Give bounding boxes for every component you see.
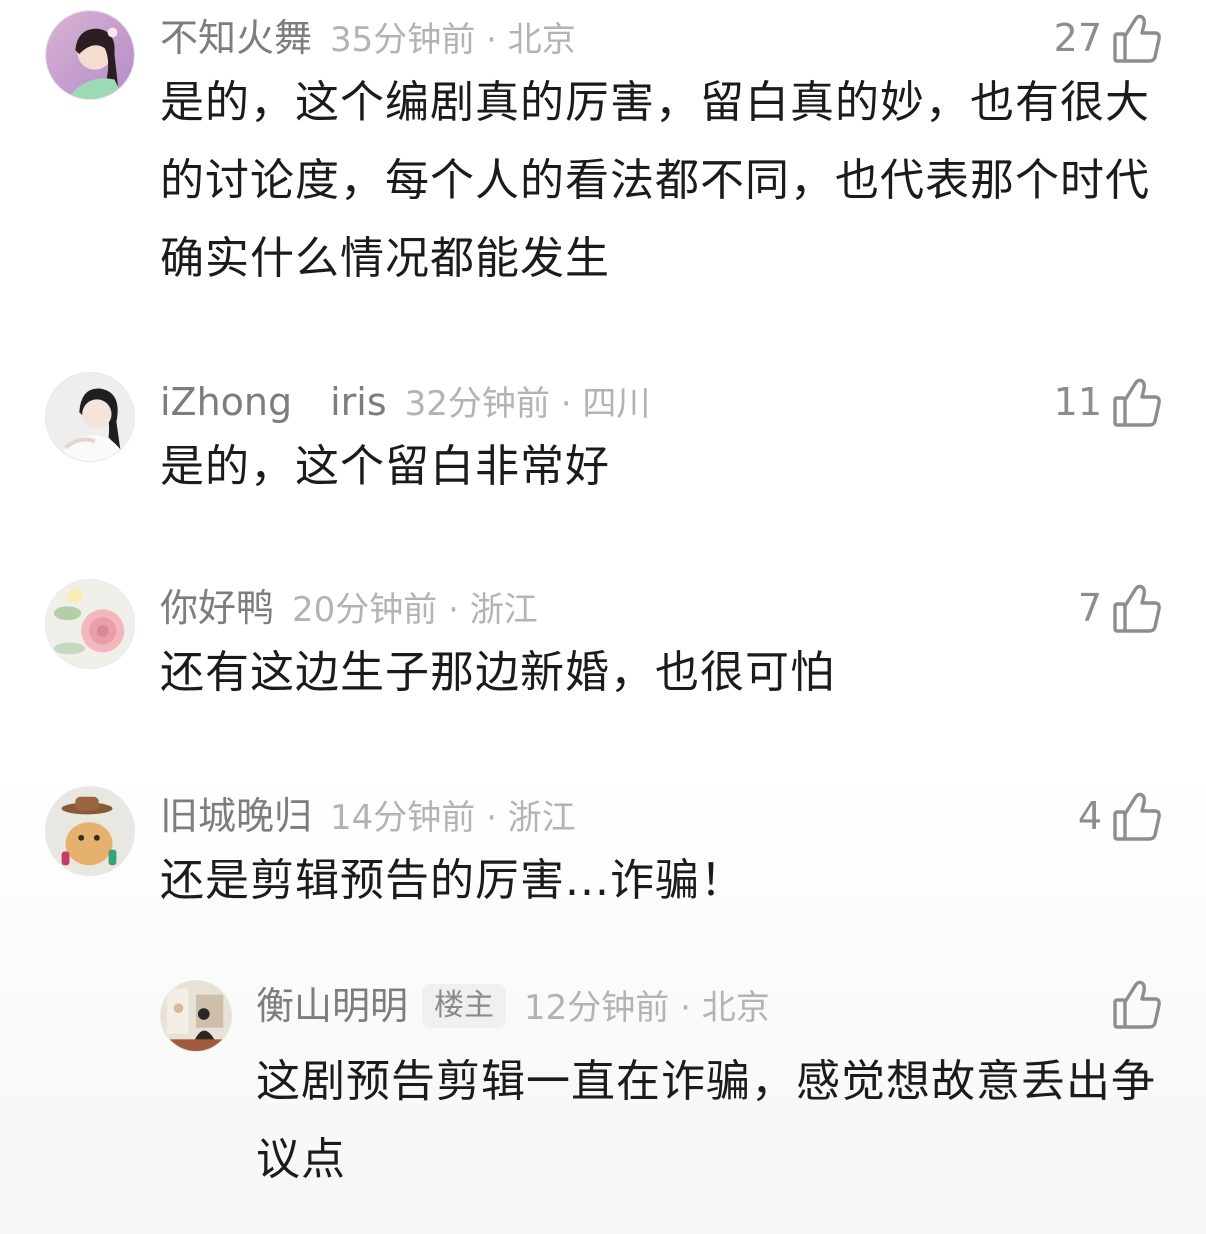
like-count: 27 <box>1053 16 1102 60</box>
like-button[interactable]: 7 <box>1078 580 1162 636</box>
thumbs-up-icon <box>1112 790 1162 842</box>
like-count: 7 <box>1077 586 1102 630</box>
thumbs-up-icon <box>1112 582 1162 634</box>
avatar[interactable] <box>160 980 232 1052</box>
avatar[interactable] <box>45 579 135 669</box>
username[interactable]: 旧城晚归 <box>160 794 312 838</box>
like-button[interactable]: 4 <box>1078 788 1162 844</box>
time-location: 32分钟前 · 四川 <box>404 384 651 424</box>
time-location: 35分钟前 · 北京 <box>330 20 576 60</box>
comment-meta: 旧城晚归 14分钟前 · 浙江 <box>160 792 576 842</box>
like-count: 4 <box>1077 794 1102 838</box>
username[interactable]: 你好鸭 <box>160 586 274 630</box>
time-location: 20分钟前 · 浙江 <box>292 590 538 630</box>
like-button[interactable]: 27 <box>1054 10 1162 66</box>
time-location: 14分钟前 · 浙江 <box>330 798 576 838</box>
comment-text: 还是剪辑预告的厉害...诈骗！ <box>160 855 745 906</box>
like-button[interactable]: 11 <box>1054 374 1162 430</box>
username[interactable]: 不知火舞 <box>160 16 312 60</box>
avatar[interactable] <box>45 786 135 876</box>
username[interactable]: iZhong iris <box>160 380 387 424</box>
thumbs-up-icon <box>1112 12 1162 64</box>
avatar[interactable] <box>45 10 135 100</box>
like-count: 11 <box>1053 380 1102 424</box>
comment-meta: 不知火舞 35分钟前 · 北京 <box>160 14 576 64</box>
comment-text: 还有这边生子那边新婚，也很可怕 <box>160 647 835 698</box>
username[interactable]: 衡山明明 <box>256 984 408 1028</box>
reply-text: 这剧预告剪辑一直在诈骗，感觉想故意丢出争议点 <box>256 1056 1156 1185</box>
comment-meta: iZhong iris 32分钟前 · 四川 <box>160 378 650 428</box>
comment-text: 是的，这个留白非常好 <box>160 441 610 492</box>
comment-text: 是的，这个编剧真的厉害，留白真的妙，也有很大的讨论度，每个人的看法都不同，也代表… <box>160 77 1150 284</box>
time-location: 12分钟前 · 北京 <box>524 988 770 1028</box>
thumbs-up-icon <box>1112 376 1162 428</box>
author-badge: 楼主 <box>422 984 507 1028</box>
thumbs-up-icon <box>1112 978 1162 1030</box>
comment-meta: 你好鸭 20分钟前 · 浙江 <box>160 584 538 634</box>
like-button[interactable] <box>1112 976 1162 1032</box>
reply-meta: 衡山明明 楼主 12分钟前 · 北京 <box>256 982 770 1032</box>
avatar[interactable] <box>45 372 135 462</box>
